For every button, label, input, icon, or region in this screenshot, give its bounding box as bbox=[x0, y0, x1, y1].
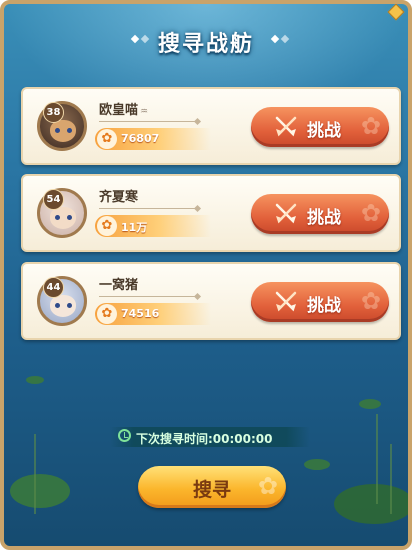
power-value: 76807 bbox=[121, 132, 160, 145]
level-badge: 38 bbox=[43, 102, 64, 123]
lily-pad-decor bbox=[26, 376, 44, 384]
opponent-name-text: 一窝猪 bbox=[99, 278, 139, 293]
lily-pad-decor bbox=[359, 399, 381, 409]
divider bbox=[99, 296, 197, 297]
paw-print-icon: ✿ bbox=[257, 472, 278, 500]
paw-print-icon: ✿ bbox=[360, 287, 381, 315]
lily-pad-decor bbox=[334, 484, 408, 524]
power-value: 74516 bbox=[121, 307, 160, 320]
timer-text: 下次搜寻时间:00:00:00 bbox=[136, 432, 273, 446]
reed-decor bbox=[376, 414, 378, 504]
paw-icon: ✿ bbox=[97, 304, 117, 324]
reed-decor bbox=[34, 434, 36, 514]
power-value: 11万 bbox=[121, 221, 148, 234]
level-badge: 54 bbox=[43, 189, 64, 210]
lily-pad-decor bbox=[304, 459, 330, 470]
level-badge: 44 bbox=[43, 277, 64, 298]
search-button[interactable]: 搜寻 ✿ bbox=[138, 466, 286, 508]
crossed-swords-icon bbox=[275, 116, 297, 137]
divider bbox=[99, 121, 197, 122]
crossed-swords-icon bbox=[275, 291, 297, 312]
paw-print-icon: ✿ bbox=[360, 112, 381, 140]
opponent-name: 齐夏寒 bbox=[99, 186, 138, 205]
opponent-name: 一窝猪 bbox=[99, 274, 138, 293]
challenge-label: 挑战 bbox=[307, 296, 341, 316]
opponent-card: 38 欧皇喵 ♒ ✿ 76807 挑战 ✿ bbox=[21, 87, 401, 165]
power-bar: ✿ 74516 bbox=[95, 303, 211, 325]
opponent-card: 44 一窝猪 ✿ 74516 挑战 ✿ bbox=[21, 262, 401, 340]
power-bar: ✿ 11万 bbox=[95, 215, 211, 237]
challenge-button[interactable]: 挑战 ✿ bbox=[251, 282, 389, 322]
reed-decor bbox=[390, 444, 392, 514]
crossed-swords-icon bbox=[275, 203, 297, 224]
challenge-label: 挑战 bbox=[307, 121, 341, 141]
opponent-name: 欧皇喵 ♒ bbox=[99, 99, 148, 118]
divider bbox=[99, 208, 197, 209]
challenge-label: 挑战 bbox=[307, 208, 341, 228]
opponent-name-text: 齐夏寒 bbox=[99, 190, 139, 205]
paw-icon: ✿ bbox=[97, 216, 117, 236]
title-ornament-right bbox=[270, 34, 290, 44]
title-ornament-left bbox=[130, 34, 150, 44]
next-search-timer: 下次搜寻时间:00:00:00 bbox=[110, 427, 310, 447]
name-title-icon: ♒ bbox=[140, 107, 149, 117]
panel-title: 搜寻战舫 bbox=[157, 32, 254, 57]
power-bar: ✿ 76807 bbox=[95, 128, 211, 150]
search-battle-panel: 搜寻战舫 38 欧皇喵♒ ✿ 76807 挑战 ✿ 54 齐夏寒 ✿ 11万 bbox=[0, 0, 412, 550]
clock-icon bbox=[118, 429, 131, 442]
opponent-name-text: 欧皇喵 bbox=[99, 103, 139, 118]
challenge-button[interactable]: 挑战 ✿ bbox=[251, 194, 389, 234]
paw-icon: ✿ bbox=[97, 129, 117, 149]
paw-print-icon: ✿ bbox=[360, 199, 381, 227]
lily-pad-decor bbox=[10, 474, 70, 508]
panel-header: 搜寻战舫 bbox=[4, 26, 408, 58]
challenge-button[interactable]: 挑战 ✿ bbox=[251, 107, 389, 147]
opponent-card: 54 齐夏寒 ✿ 11万 挑战 ✿ bbox=[21, 174, 401, 252]
